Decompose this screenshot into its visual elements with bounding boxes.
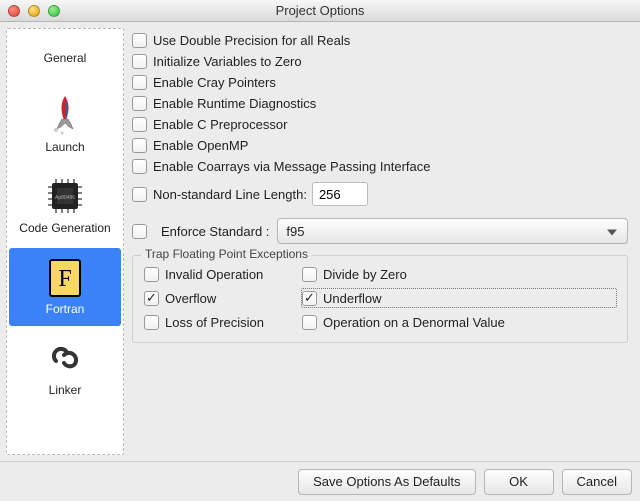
openmp-checkbox[interactable] bbox=[132, 138, 147, 153]
trap-loss-checkbox[interactable] bbox=[144, 315, 159, 330]
nonstd-line-length-checkbox[interactable] bbox=[132, 187, 147, 202]
trap-invalid-checkbox[interactable] bbox=[144, 267, 159, 282]
button-label: Save Options As Defaults bbox=[313, 474, 460, 489]
select-value: f95 bbox=[286, 224, 304, 239]
trap-denorm-checkbox[interactable] bbox=[302, 315, 317, 330]
checkbox-label: Invalid Operation bbox=[165, 267, 263, 282]
sidebar-item-launch[interactable]: Launch bbox=[9, 86, 121, 164]
window-title: Project Options bbox=[0, 3, 640, 18]
checkbox-label: Initialize Variables to Zero bbox=[153, 54, 302, 69]
enforce-standard-label: Enforce Standard : bbox=[161, 224, 269, 239]
svg-text:Ap80486: Ap80486 bbox=[55, 195, 75, 201]
sidebar-item-label: Launch bbox=[45, 141, 84, 154]
trap-divzero-checkbox[interactable] bbox=[302, 267, 317, 282]
checkbox-label: Enable Cray Pointers bbox=[153, 75, 276, 90]
trap-overflow-checkbox[interactable] bbox=[144, 291, 159, 306]
checkbox-label: Loss of Precision bbox=[165, 315, 264, 330]
sidebar-item-label: Code Generation bbox=[19, 222, 110, 235]
content-pane: Use Double Precision for all Reals Initi… bbox=[130, 28, 634, 455]
button-label: Cancel bbox=[577, 474, 617, 489]
init-zero-checkbox[interactable] bbox=[132, 54, 147, 69]
cancel-button[interactable]: Cancel bbox=[562, 469, 632, 495]
ok-button[interactable]: OK bbox=[484, 469, 554, 495]
cray-pointers-checkbox[interactable] bbox=[132, 75, 147, 90]
enforce-standard-select[interactable]: f95 bbox=[277, 218, 628, 244]
chain-link-icon bbox=[40, 333, 90, 383]
sidebar-item-label: Fortran bbox=[46, 303, 85, 316]
svg-text:F: F bbox=[58, 266, 71, 292]
cpu-chip-icon: Ap80486 bbox=[40, 171, 90, 221]
nonstd-line-length-input[interactable] bbox=[312, 182, 368, 206]
sidebar-item-linker[interactable]: Linker bbox=[9, 329, 121, 407]
save-defaults-button[interactable]: Save Options As Defaults bbox=[298, 469, 475, 495]
double-precision-checkbox[interactable] bbox=[132, 33, 147, 48]
checkbox-label: Non-standard Line Length: bbox=[153, 187, 307, 202]
checkbox-label: Operation on a Denormal Value bbox=[323, 315, 505, 330]
titlebar: Project Options bbox=[0, 0, 640, 22]
runtime-diag-checkbox[interactable] bbox=[132, 96, 147, 111]
checkbox-label: Enable Runtime Diagnostics bbox=[153, 96, 316, 111]
checkbox-label: Enable OpenMP bbox=[153, 138, 248, 153]
rocket-icon bbox=[40, 90, 90, 140]
chevron-down-icon bbox=[607, 224, 617, 239]
group-title: Trap Floating Point Exceptions bbox=[141, 247, 312, 261]
trap-underflow-checkbox[interactable] bbox=[302, 291, 317, 306]
checkbox-label: Enable C Preprocessor bbox=[153, 117, 287, 132]
checkbox-label: Underflow bbox=[323, 291, 382, 306]
coarrays-checkbox[interactable] bbox=[132, 159, 147, 174]
sidebar-item-general[interactable]: General bbox=[9, 33, 121, 83]
trap-group: Trap Floating Point Exceptions Invalid O… bbox=[132, 255, 628, 343]
fortran-icon: F bbox=[40, 252, 90, 302]
bottom-bar: Save Options As Defaults OK Cancel bbox=[0, 461, 640, 501]
sidebar: General Launch bbox=[6, 28, 124, 455]
sidebar-item-codegen[interactable]: Ap80486 Code Generation bbox=[9, 167, 121, 245]
checkbox-label: Overflow bbox=[165, 291, 216, 306]
enforce-standard-checkbox[interactable] bbox=[132, 224, 147, 239]
checkbox-label: Use Double Precision for all Reals bbox=[153, 33, 350, 48]
checkbox-label: Enable Coarrays via Message Passing Inte… bbox=[153, 159, 430, 174]
checkbox-label: Divide by Zero bbox=[323, 267, 407, 282]
button-label: OK bbox=[509, 474, 528, 489]
c-preprocessor-checkbox[interactable] bbox=[132, 117, 147, 132]
sidebar-item-label: General bbox=[44, 52, 87, 65]
sidebar-item-fortran[interactable]: F Fortran bbox=[9, 248, 121, 326]
sidebar-item-label: Linker bbox=[49, 384, 82, 397]
